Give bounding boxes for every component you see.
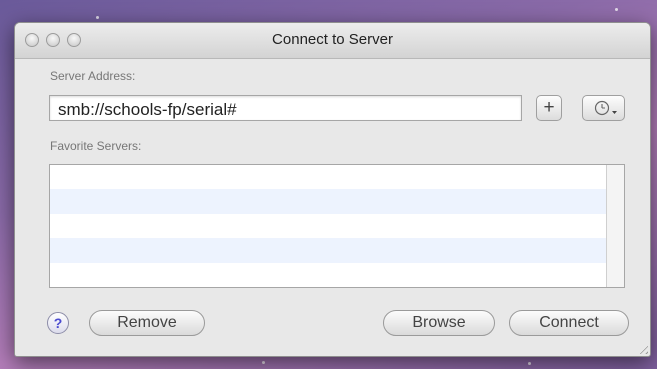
- desktop-sparkle: [528, 362, 531, 365]
- browse-button[interactable]: Browse: [383, 310, 495, 336]
- help-button[interactable]: ?: [47, 312, 69, 334]
- clock-menu-icon: [594, 100, 617, 116]
- favorite-servers-label: Favorite Servers:: [50, 139, 142, 153]
- recent-servers-button[interactable]: [582, 95, 625, 121]
- list-row[interactable]: [50, 238, 624, 263]
- window-title: Connect to Server: [272, 31, 393, 48]
- server-address-input[interactable]: smb://schools-fp/serial#: [49, 95, 522, 121]
- question-icon: ?: [53, 315, 63, 331]
- server-address-label: Server Address:: [50, 69, 136, 83]
- plus-icon: +: [543, 97, 555, 118]
- list-row[interactable]: [50, 189, 624, 214]
- resize-grip[interactable]: [636, 342, 648, 354]
- remove-button[interactable]: Remove: [89, 310, 205, 336]
- desktop-sparkle: [262, 361, 265, 364]
- favorite-servers-list[interactable]: [49, 164, 625, 288]
- connect-button[interactable]: Connect: [509, 310, 629, 336]
- list-row[interactable]: [50, 165, 624, 189]
- title-bar[interactable]: Connect to Server: [15, 23, 650, 59]
- add-favorite-button[interactable]: +: [536, 95, 562, 121]
- list-row[interactable]: [50, 263, 624, 287]
- desktop-sparkle: [96, 16, 99, 19]
- list-scrollbar[interactable]: [606, 165, 624, 287]
- list-row[interactable]: [50, 214, 624, 238]
- connect-to-server-window: Connect to Server Server Address: smb://…: [14, 22, 651, 357]
- desktop-sparkle: [615, 8, 618, 11]
